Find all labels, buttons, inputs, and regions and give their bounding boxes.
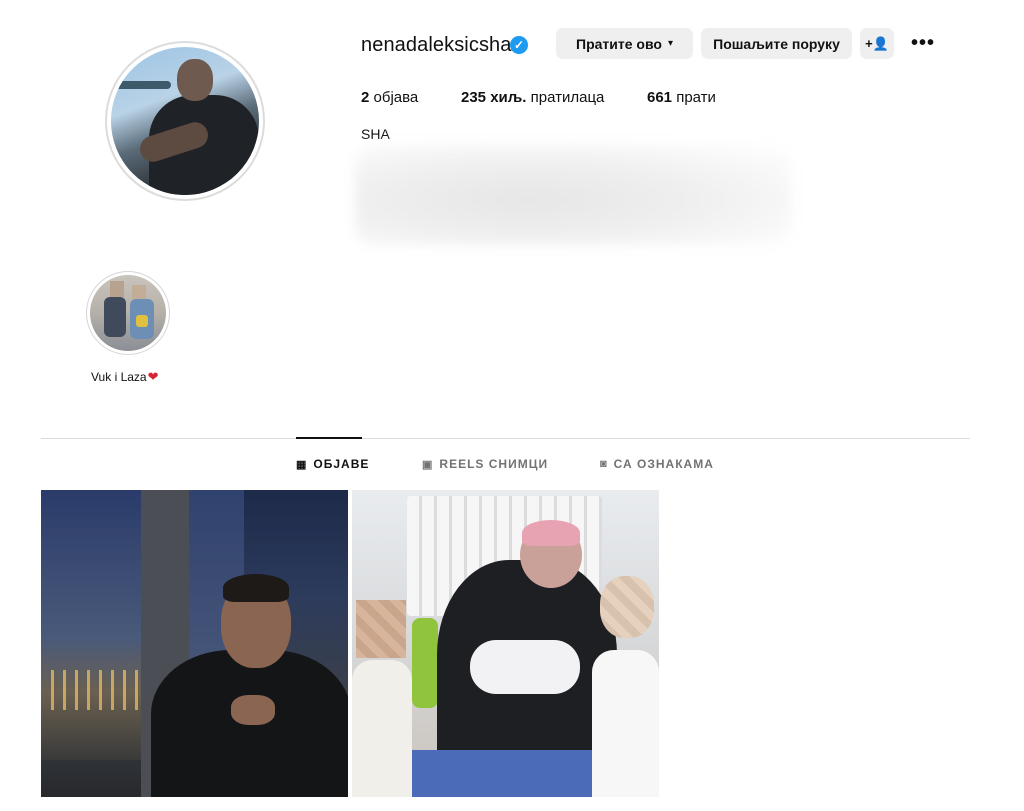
heart-icon: ❤: [147, 369, 159, 384]
tab-posts[interactable]: ▦ ОБЈАВЕ: [296, 457, 369, 471]
more-options-icon[interactable]: •••: [910, 33, 936, 53]
following-count[interactable]: 661 прати: [647, 89, 716, 106]
highlight-cover-image: [90, 275, 166, 351]
tagged-icon: ◙: [600, 458, 608, 470]
suggested-users-button[interactable]: +👤: [860, 28, 894, 59]
avatar-image: [111, 47, 259, 195]
post-thumbnail[interactable]: [41, 490, 348, 797]
add-user-icon: +👤: [865, 35, 889, 51]
message-button-label: Пошаљите поруку: [713, 35, 840, 52]
profile-avatar[interactable]: [105, 41, 265, 201]
tab-tagged[interactable]: ◙ СА ОЗНАКАМА: [600, 457, 714, 471]
followers-count[interactable]: 235 хиљ. пратилаца: [461, 89, 604, 106]
tab-reels[interactable]: ▣ REELS СНИМЦИ: [422, 457, 548, 471]
tabs-divider: [41, 438, 970, 439]
verified-badge-icon: ✓: [510, 36, 528, 54]
active-tab-indicator: [296, 437, 362, 439]
reels-icon: ▣: [422, 458, 434, 471]
bio-name: SHA: [361, 126, 390, 142]
follow-button[interactable]: Пратите ово ▾: [556, 28, 693, 59]
grid-icon: ▦: [296, 458, 308, 471]
post-thumbnail[interactable]: [352, 490, 659, 797]
story-highlight[interactable]: [86, 271, 170, 355]
message-button[interactable]: Пошаљите поруку: [701, 28, 852, 59]
bio-blurred: [355, 145, 791, 245]
highlight-label: Vuk i Laza ❤: [91, 369, 159, 384]
posts-count: 2 објава: [361, 89, 419, 106]
follow-button-label: Пратите ово: [576, 35, 662, 52]
chevron-down-icon: ▾: [667, 38, 673, 49]
username: nenadaleksicsha: [361, 34, 512, 56]
